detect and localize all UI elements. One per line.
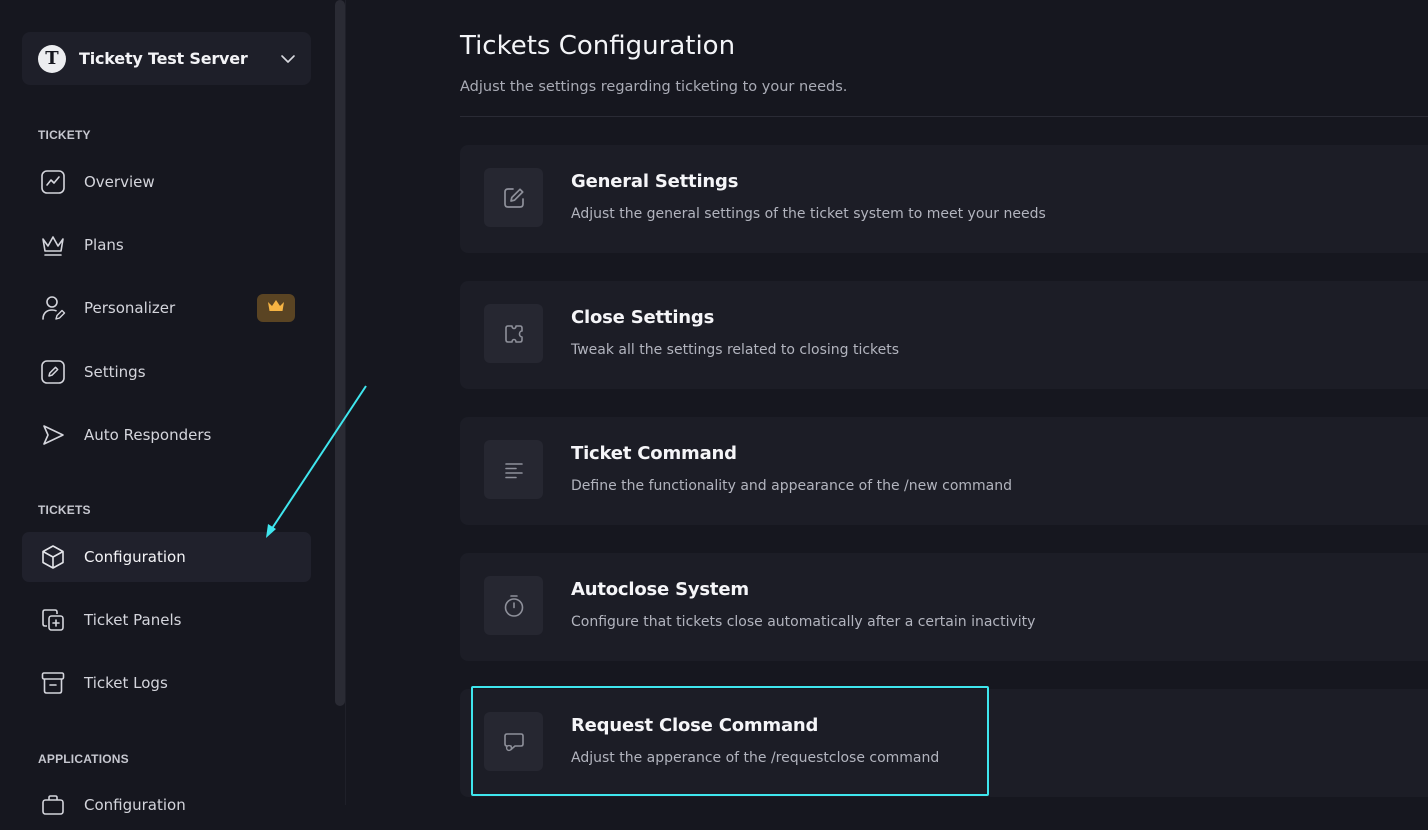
- card-title: Autoclose System: [571, 579, 749, 600]
- copy-plus-icon: [39, 606, 67, 634]
- sidebar-item-ticket-logs[interactable]: Ticket Logs: [22, 658, 311, 708]
- page-subtitle: Adjust the settings regarding ticketing …: [460, 79, 848, 95]
- crown-icon: [39, 231, 67, 259]
- ticket-icon: [484, 304, 543, 363]
- server-name: Tickety Test Server: [79, 49, 248, 68]
- sidebar-item-label: Personalizer: [84, 299, 176, 317]
- card-title: Request Close Command: [571, 715, 819, 736]
- premium-badge: [257, 294, 295, 322]
- section-label-applications: APPLICATIONS: [38, 752, 129, 766]
- card-close-settings[interactable]: Close Settings Tweak all the settings re…: [460, 281, 1428, 389]
- chart-icon: [39, 168, 67, 196]
- server-selector[interactable]: T Tickety Test Server: [22, 32, 311, 85]
- archive-icon: [39, 669, 67, 697]
- user-edit-icon: [39, 294, 67, 322]
- card-description: Tweak all the settings related to closin…: [571, 342, 900, 358]
- server-logo: T: [38, 44, 66, 73]
- card-autoclose-system[interactable]: Autoclose System Configure that tickets …: [460, 553, 1428, 661]
- sidebar-item-label: Configuration: [84, 796, 186, 814]
- briefcase-icon: [39, 791, 67, 819]
- sidebar-item-label: Ticket Panels: [84, 611, 182, 629]
- send-icon: [39, 421, 67, 449]
- stopwatch-icon: [484, 576, 543, 635]
- page-title: Tickets Configuration: [460, 31, 736, 61]
- card-general-settings[interactable]: General Settings Adjust the general sett…: [460, 145, 1428, 253]
- sidebar-item-label: Settings: [84, 363, 146, 381]
- card-description: Adjust the general settings of the ticke…: [571, 206, 1046, 222]
- align-left-icon: [484, 440, 543, 499]
- sidebar-item-label: Configuration: [84, 548, 186, 566]
- card-description: Define the functionality and appearance …: [571, 478, 1012, 494]
- sidebar-item-label: Plans: [84, 236, 124, 254]
- divider: [460, 116, 1428, 117]
- sidebar-item-plans[interactable]: Plans: [22, 220, 311, 270]
- chevron-down-icon: [279, 50, 297, 73]
- edit-icon: [39, 358, 67, 386]
- sidebar: T Tickety Test Server TICKETY Overview P…: [0, 0, 346, 815]
- section-label-tickety: TICKETY: [38, 128, 91, 142]
- sidebar-item-settings[interactable]: Settings: [22, 347, 311, 397]
- sidebar-item-app-configuration[interactable]: Configuration: [22, 780, 311, 830]
- card-description: Configure that tickets close automatical…: [571, 614, 1036, 630]
- card-description: Adjust the apperance of the /requestclos…: [571, 750, 940, 766]
- main-content: Tickets Configuration Adjust the setting…: [346, 0, 1428, 805]
- sidebar-item-overview[interactable]: Overview: [22, 157, 311, 207]
- crown-icon: [266, 298, 286, 319]
- card-ticket-command[interactable]: Ticket Command Define the functionality …: [460, 417, 1428, 525]
- sidebar-item-label: Auto Responders: [84, 426, 212, 444]
- sidebar-item-personalizer[interactable]: Personalizer: [22, 283, 311, 333]
- sidebar-item-label: Overview: [84, 173, 155, 191]
- section-label-tickets: TICKETS: [38, 503, 91, 517]
- sidebar-scrollbar[interactable]: [335, 0, 345, 706]
- chat-bubble-icon: [484, 712, 543, 771]
- card-title: Ticket Command: [571, 443, 737, 464]
- sidebar-item-auto-responders[interactable]: Auto Responders: [22, 410, 311, 460]
- edit-icon: [484, 168, 543, 227]
- card-title: General Settings: [571, 171, 739, 192]
- card-title: Close Settings: [571, 307, 715, 328]
- cube-icon: [39, 543, 67, 571]
- sidebar-item-label: Ticket Logs: [84, 674, 168, 692]
- sidebar-item-configuration[interactable]: Configuration: [22, 532, 311, 582]
- sidebar-item-ticket-panels[interactable]: Ticket Panels: [22, 595, 311, 645]
- card-request-close-command[interactable]: Request Close Command Adjust the apperan…: [460, 689, 1428, 797]
